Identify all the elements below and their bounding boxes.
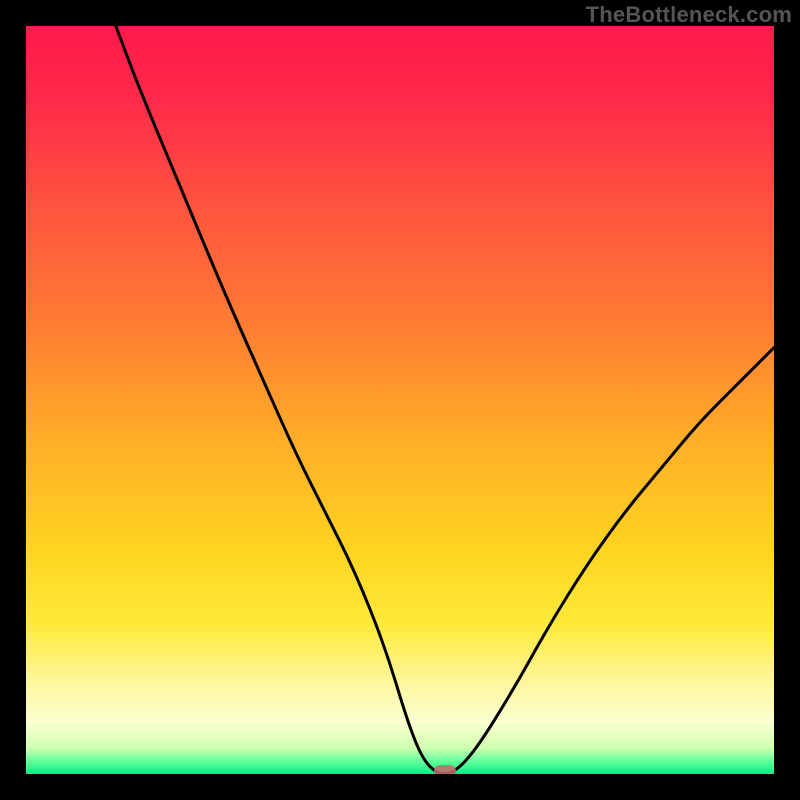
- gradient-background: [26, 26, 774, 774]
- plot-area: [26, 26, 774, 774]
- marker-pill: [434, 765, 456, 774]
- chart-svg: [26, 26, 774, 774]
- chart-frame: TheBottleneck.com: [0, 0, 800, 800]
- watermark-text: TheBottleneck.com: [586, 2, 792, 28]
